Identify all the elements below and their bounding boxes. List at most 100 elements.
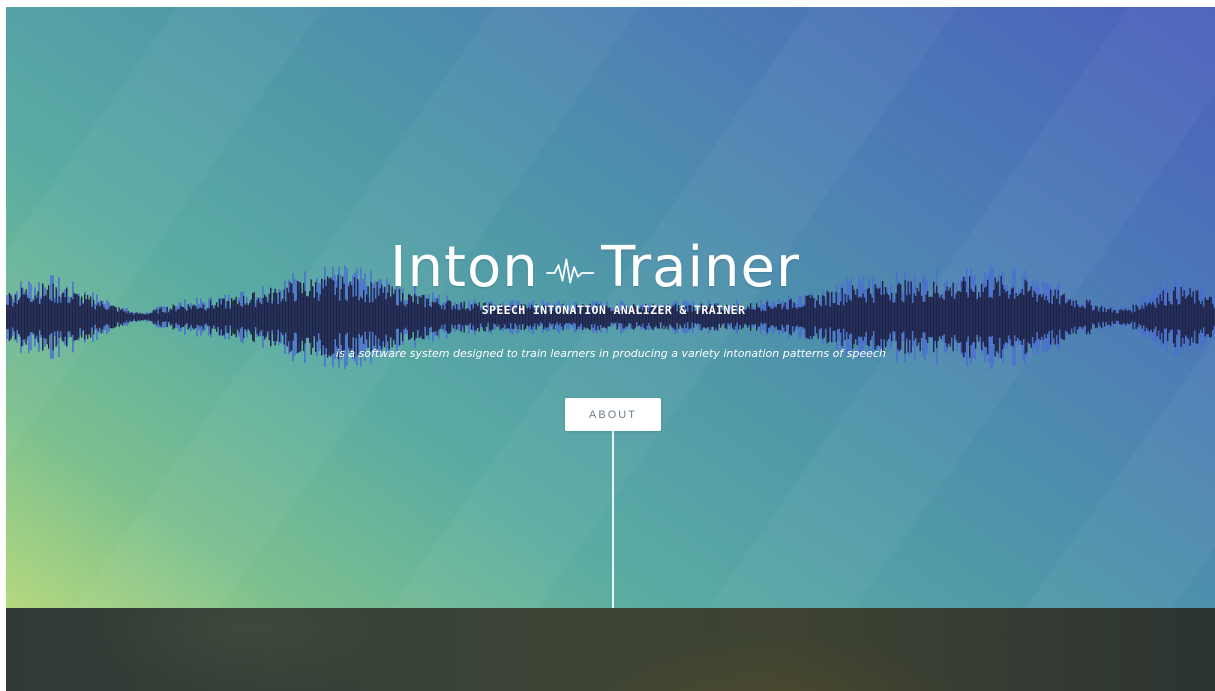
waveform-bar [885, 287, 887, 347]
waveform-bar [1185, 298, 1187, 336]
waveform-bar [360, 296, 362, 338]
waveform-bar [1071, 305, 1073, 329]
waveform-bar [382, 292, 384, 342]
waveform-bar [333, 280, 335, 354]
waveform-bar [102, 304, 104, 330]
waveform-bar [24, 294, 26, 340]
waveform-bar [1155, 307, 1157, 327]
waveform-bar [127, 310, 129, 324]
waveform-bar [1092, 310, 1094, 324]
waveform-bar [259, 302, 261, 332]
waveform-bar [1192, 291, 1194, 343]
waveform-bar [174, 305, 176, 329]
waveform-bar [835, 291, 837, 343]
waveform-bar [115, 307, 117, 327]
waveform-bar [1057, 289, 1059, 345]
waveform-bar [96, 305, 98, 329]
waveform-bar [150, 313, 152, 321]
waveform-bar [172, 304, 174, 330]
waveform-bar [1111, 312, 1113, 322]
waveform-bar [244, 304, 246, 330]
waveform-bar [97, 303, 99, 331]
waveform-bar [843, 305, 845, 329]
waveform-bar [882, 281, 884, 353]
waveform-bar [58, 296, 60, 338]
waveform-bar [63, 292, 65, 342]
waveform-bar [334, 294, 336, 340]
waveform-bar [895, 293, 897, 341]
waveform-bar [1074, 307, 1076, 327]
site-logo[interactable]: Inton Trainer [390, 229, 800, 307]
waveform-bar [1066, 302, 1068, 332]
waveform-bar [42, 283, 44, 351]
waveform-bar [196, 308, 198, 326]
waveform-bar [181, 306, 183, 328]
waveform-bar [855, 294, 857, 340]
waveform-bar [850, 300, 852, 334]
waveform-bar [943, 299, 945, 335]
waveform-bar [118, 307, 120, 327]
waveform-bar [66, 288, 68, 346]
waveform-bar [1122, 310, 1124, 324]
waveform-bar [313, 297, 315, 337]
waveform-bar [267, 302, 269, 332]
waveform-bar [277, 304, 279, 330]
waveform-bar [826, 290, 828, 344]
waveform-bar [1035, 293, 1037, 341]
waveform-bar [1024, 279, 1026, 355]
waveform-bar [1005, 292, 1007, 342]
waveform-bar [144, 314, 146, 320]
about-button[interactable]: ABOUT [565, 398, 661, 431]
waveform-bar [300, 282, 302, 352]
waveform-bar [910, 281, 912, 353]
waveform-bar [1093, 309, 1095, 325]
waveform-bar [39, 303, 41, 331]
waveform-bar [112, 305, 114, 329]
waveform-bar [1212, 303, 1214, 331]
waveform-bar [285, 301, 287, 333]
waveform-bar [1042, 294, 1044, 340]
waveform-bar [1095, 305, 1097, 329]
waveform-bar [1030, 286, 1032, 348]
waveform-bar [919, 282, 921, 352]
waveform-bar [132, 313, 134, 321]
waveform-bar [325, 285, 327, 349]
waveform-bar [135, 312, 137, 322]
waveform-bar [1159, 294, 1161, 340]
waveform-bar [303, 282, 305, 352]
waveform-bar [997, 280, 999, 354]
waveform-bar [339, 300, 341, 334]
waveform-bar [1114, 310, 1116, 324]
waveform-bar [169, 308, 171, 326]
waveform-bar [160, 307, 162, 327]
waveform-bar [340, 288, 342, 346]
waveform-bar [1018, 294, 1020, 340]
waveform-bar [385, 299, 387, 335]
waveform-bar [901, 300, 903, 334]
waveform-bar [1176, 299, 1178, 335]
waveform-bar [1117, 313, 1119, 321]
waveform-bar [942, 298, 944, 336]
waveform-bar [1162, 290, 1164, 344]
waveform-bar [933, 281, 935, 353]
waveform-bar [232, 300, 234, 334]
waveform-bar [874, 284, 876, 350]
waveform-bar [1104, 307, 1106, 327]
waveform-bar [88, 299, 90, 335]
waveform-bar [987, 279, 989, 355]
waveform-bar [211, 305, 213, 329]
waveform-bar [355, 295, 357, 339]
waveform-bar [1119, 310, 1121, 324]
waveform-bar [1032, 297, 1034, 337]
waveform-bar [928, 296, 930, 338]
waveform-bar [1075, 300, 1077, 334]
waveform-bar [1036, 301, 1038, 333]
waveform-bar [157, 313, 159, 321]
waveform-bar [1161, 300, 1163, 334]
waveform-bar [1206, 299, 1208, 335]
waveform-bar [55, 287, 57, 347]
waveform-bar [384, 286, 386, 348]
waveform-bar [859, 296, 861, 338]
waveform-bar [120, 310, 122, 324]
page: Inton Trainer SPEECH INTONATION ANALIZER… [6, 7, 1215, 691]
